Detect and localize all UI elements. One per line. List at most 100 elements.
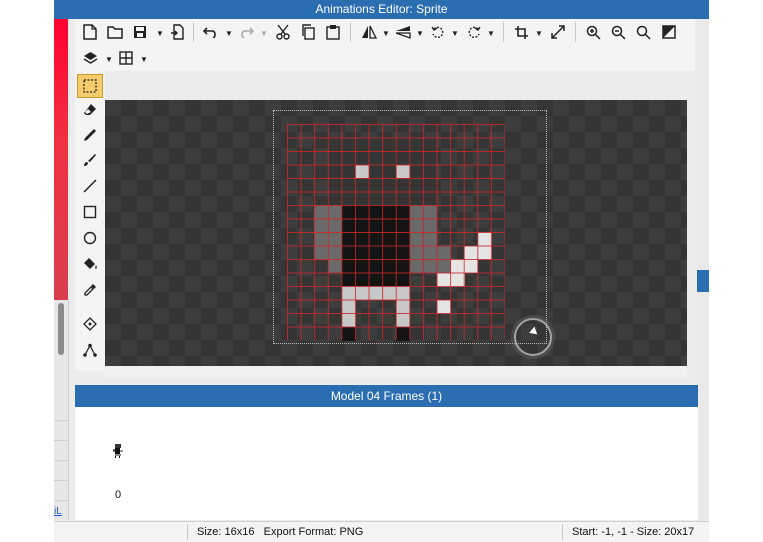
rotate-left-dropdown-arrow[interactable]: ▼ [451,29,459,38]
left-scrollbar[interactable] [58,303,64,355]
sprite-pixel [355,191,370,206]
sprite-pixel [423,151,438,165]
frame-thumbnail[interactable] [112,444,124,458]
sprite-pixel [368,164,383,179]
sprite-pixel [341,259,356,273]
sprite-pixel [409,218,424,233]
select-rect-icon[interactable] [77,74,103,98]
anchor-point-icon[interactable] [78,313,102,335]
right-panel-tab[interactable] [697,270,709,292]
save-dropdown-arrow[interactable]: ▼ [156,29,164,38]
sprite-pixel [423,218,438,233]
sprite-pixel [341,326,356,341]
contrast-icon[interactable] [658,21,680,43]
layers-icon[interactable] [79,47,101,69]
sprite-pixel [464,259,479,273]
skeleton-icon[interactable] [78,339,102,361]
frames-panel-header: Model 04 Frames (1) [75,385,698,407]
sprite-pixel [355,286,370,300]
flip-vertical-icon[interactable] [392,21,414,43]
sprite-pixel [341,245,356,260]
flip-horizontal-dropdown-arrow[interactable]: ▼ [382,29,390,38]
pencil-icon[interactable] [78,124,102,146]
sprite-pixel [355,164,370,179]
rectangle-icon[interactable] [78,201,102,223]
sprite-pixel [341,218,356,233]
crop-icon[interactable] [510,21,532,43]
sprite-pixel [396,218,411,233]
sprite-pixel [382,245,397,260]
sprite-pixel [409,151,424,165]
sprite-pixel [396,286,411,300]
sprite-pixel [368,286,383,300]
sprite-pixel [396,259,411,273]
paste-icon[interactable] [322,21,344,43]
frame-index-label: 0 [114,489,122,501]
sprite-pixel [382,232,397,246]
sprite-pixel [355,218,370,233]
sprite-pixel [355,137,370,152]
new-file-icon[interactable] [79,21,101,43]
eraser-icon[interactable] [78,99,102,121]
rotate-left-icon[interactable] [427,21,449,43]
status-bar: Size: 16x16 Export Format: PNG Start: -1… [54,521,709,542]
sprite-pixel [327,259,342,273]
sprite-pixel [327,137,342,152]
sprite-pixel [314,218,329,233]
sprite-pixel [368,272,383,287]
open-folder-icon[interactable] [104,21,126,43]
sprite-pixel [341,313,356,327]
canvas-horizontal-scrollbar[interactable] [105,366,687,378]
sprite-pixel [368,259,383,273]
eyedropper-icon[interactable] [78,279,102,301]
sprite-pixel [382,272,397,287]
ellipse-icon[interactable] [78,227,102,249]
cut-icon[interactable] [272,21,294,43]
fill-bucket-icon[interactable] [78,253,102,275]
grid-dropdown-arrow[interactable]: ▼ [140,55,148,64]
sprite-pixel [355,272,370,287]
sprite-pixel [423,232,438,246]
color-strip[interactable] [54,19,68,319]
sprite-pixel [436,272,451,287]
crop-dropdown-arrow[interactable]: ▼ [535,29,543,38]
sprite-pixel [327,245,342,260]
redo-icon[interactable] [235,21,257,43]
sprite-pixel [396,164,411,179]
line-icon[interactable] [78,175,102,197]
rotate-right-icon[interactable] [463,21,485,43]
sprite-pixel [355,232,370,246]
copy-icon[interactable] [297,21,319,43]
grid-icon[interactable] [115,47,137,69]
sprite-pixel [355,245,370,260]
sprite-pixel [327,164,342,179]
sprite-pixel [382,137,397,152]
sprite-pixel [341,286,356,300]
rotate-right-dropdown-arrow[interactable]: ▼ [487,29,495,38]
undo-icon[interactable] [200,21,222,43]
sprite-pixel [341,299,356,314]
zoom-reset-icon[interactable] [632,21,654,43]
flip-horizontal-icon[interactable] [358,21,380,43]
left-panel-link[interactable]: iL [54,506,62,517]
sprite-pixel [396,313,411,327]
redo-dropdown-arrow[interactable]: ▼ [260,29,268,38]
sprite-canvas[interactable] [287,124,505,341]
sprite-pixel [355,259,370,273]
sprite-pixel [368,137,383,152]
sprite-pixel [368,205,383,219]
layers-dropdown-arrow[interactable]: ▼ [105,55,113,64]
import-icon[interactable] [166,21,188,43]
sprite-pixel [368,151,383,165]
undo-dropdown-arrow[interactable]: ▼ [225,29,233,38]
sprite-pixel [396,178,411,192]
flip-vertical-dropdown-arrow[interactable]: ▼ [416,29,424,38]
resize-icon[interactable] [547,21,569,43]
sprite-pixel [423,191,438,206]
zoom-out-icon[interactable] [607,21,629,43]
brush-icon[interactable] [78,149,102,171]
sprite-pixel [423,137,438,152]
save-icon[interactable] [129,21,151,43]
zoom-in-icon[interactable] [582,21,604,43]
sprite-pixel [450,272,465,287]
